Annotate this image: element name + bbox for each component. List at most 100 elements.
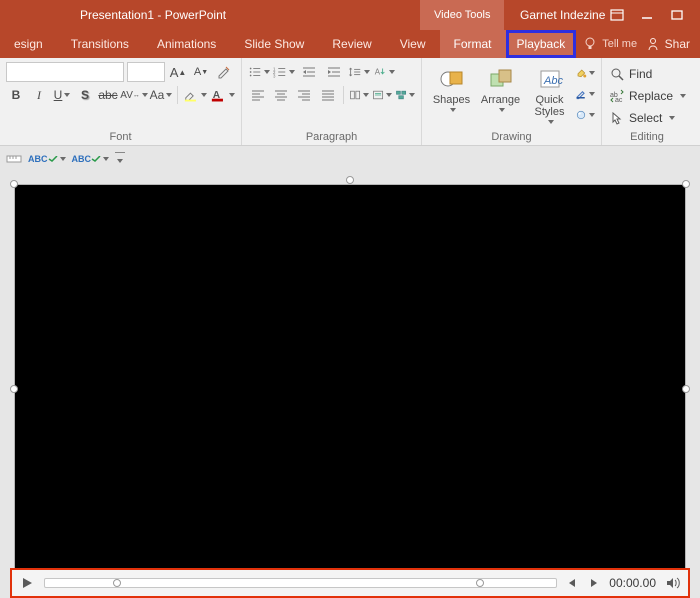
tab-animations[interactable]: Animations [143, 30, 230, 58]
text-shadow-button[interactable]: S [75, 85, 95, 105]
lightbulb-icon [584, 37, 596, 51]
separator [343, 86, 344, 104]
replace-icon: abac [610, 89, 624, 103]
bold-button[interactable]: B [6, 85, 26, 105]
align-text-button[interactable] [372, 85, 392, 105]
tab-view[interactable]: View [386, 30, 440, 58]
tell-me-search[interactable]: Tell me [584, 37, 637, 51]
tab-design[interactable]: esign [0, 30, 57, 58]
paragraph-group: 123 A Paragraph [242, 58, 422, 145]
editing-group: Find abac Replace Select Editing [602, 58, 692, 145]
selection-handle[interactable] [682, 180, 690, 188]
play-button[interactable] [18, 574, 36, 592]
svg-text:A: A [375, 68, 381, 77]
selection-handle[interactable] [346, 176, 354, 184]
font-size-combo[interactable] [127, 62, 165, 82]
text-direction-button[interactable]: A [373, 62, 395, 82]
video-placeholder[interactable] [14, 184, 686, 578]
tab-transitions[interactable]: Transitions [57, 30, 143, 58]
change-case-button[interactable]: Aa [150, 85, 172, 105]
character-spacing-button[interactable]: AV↔ [121, 85, 147, 105]
selection-handle[interactable] [682, 385, 690, 393]
spelling-button-2[interactable]: ABC [72, 154, 110, 164]
font-name-combo[interactable] [6, 62, 124, 82]
step-forward-button[interactable] [587, 576, 601, 590]
underline-button[interactable]: U [52, 85, 72, 105]
italic-button[interactable]: I [29, 85, 49, 105]
replace-button[interactable]: abac Replace [608, 86, 686, 106]
increase-indent-button[interactable] [323, 62, 345, 82]
qat-customize-icon[interactable] [115, 152, 125, 166]
signed-in-user[interactable]: Garnet Indezine [520, 8, 605, 22]
align-center-button[interactable] [271, 85, 291, 105]
find-label: Find [629, 67, 652, 81]
editing-group-label: Editing [608, 131, 686, 143]
title-bar: Presentation1 - PowerPoint Video Tools G… [0, 0, 700, 30]
step-back-button[interactable] [565, 576, 579, 590]
find-button[interactable]: Find [608, 64, 686, 84]
ribbon-tabs: esign Transitions Animations Slide Show … [0, 30, 700, 58]
strikethrough-button[interactable]: abc [98, 85, 118, 105]
video-timeline[interactable] [44, 578, 557, 588]
tell-me-label: Tell me [602, 38, 637, 50]
select-label: Select [629, 111, 662, 125]
increase-font-size-button[interactable]: A▲ [168, 62, 188, 82]
decrease-font-size-button[interactable]: A▼ [191, 62, 211, 82]
share-icon [646, 37, 660, 51]
maximize-icon[interactable] [670, 9, 700, 21]
font-color-button[interactable]: A [210, 85, 235, 105]
numbering-button[interactable]: 123 [273, 62, 295, 82]
font-group: A▲ A▼ B I U S abc AV↔ Aa A [0, 58, 242, 145]
selection-handle[interactable] [10, 385, 18, 393]
shape-effects-button[interactable] [575, 106, 595, 124]
select-button[interactable]: Select [608, 108, 686, 128]
selection-handle[interactable] [10, 180, 18, 188]
select-icon [610, 111, 624, 125]
timeline-marker[interactable] [113, 579, 121, 587]
timeline-marker[interactable] [476, 579, 484, 587]
document-title: Presentation1 - PowerPoint [80, 8, 226, 22]
tab-slide-show[interactable]: Slide Show [230, 30, 318, 58]
svg-text:Abc: Abc [543, 75, 563, 87]
clear-formatting-button[interactable] [214, 62, 234, 82]
font-group-label: Font [6, 131, 235, 143]
minimize-icon[interactable] [640, 9, 670, 21]
replace-label: Replace [629, 89, 673, 103]
video-playback-bar: 00:00.00 [10, 568, 690, 598]
tab-review[interactable]: Review [318, 30, 385, 58]
align-right-button[interactable] [294, 85, 314, 105]
quick-access-strip: ABC ABC [0, 146, 700, 172]
ribbon: A▲ A▼ B I U S abc AV↔ Aa A [0, 58, 700, 146]
svg-text:ac: ac [615, 97, 623, 103]
window-controls [610, 9, 700, 21]
drawing-group-label: Drawing [428, 131, 595, 143]
video-timecode: 00:00.00 [609, 576, 656, 590]
shape-fill-button[interactable] [575, 64, 595, 82]
shapes-button[interactable]: Shapes [428, 62, 475, 112]
paragraph-group-label: Paragraph [248, 131, 415, 143]
bullets-button[interactable] [248, 62, 270, 82]
align-left-button[interactable] [248, 85, 268, 105]
justify-button[interactable] [317, 85, 337, 105]
spelling-button-1[interactable]: ABC [28, 154, 66, 164]
text-highlight-button[interactable] [183, 85, 208, 105]
shapes-label: Shapes [433, 94, 470, 106]
columns-button[interactable] [349, 85, 369, 105]
tab-format[interactable]: Format [440, 30, 506, 58]
svg-text:3: 3 [273, 73, 276, 78]
slide-editor: 00:00.00 [4, 180, 696, 598]
line-spacing-button[interactable] [348, 62, 370, 82]
share-label: Shar [665, 37, 690, 51]
decrease-indent-button[interactable] [298, 62, 320, 82]
volume-button[interactable] [664, 574, 682, 592]
tab-playback[interactable]: Playback [506, 30, 577, 58]
share-button[interactable]: Shar [646, 37, 690, 51]
arrange-label: Arrange [481, 94, 520, 106]
shape-outline-button[interactable] [575, 85, 595, 103]
ruler-toggle-icon[interactable] [6, 152, 22, 166]
quick-styles-button[interactable]: Abc Quick Styles [526, 62, 573, 124]
ribbon-display-options-icon[interactable] [610, 9, 640, 21]
find-icon [610, 67, 624, 81]
convert-smartart-button[interactable] [395, 85, 415, 105]
arrange-button[interactable]: Arrange [477, 62, 524, 112]
